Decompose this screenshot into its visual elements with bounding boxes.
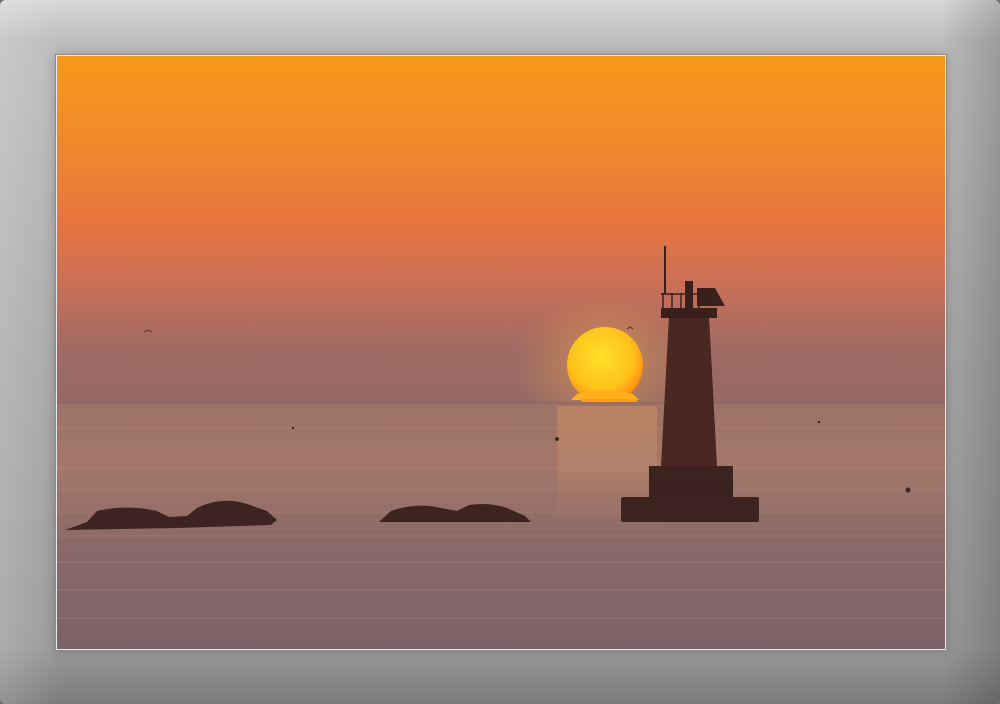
sky — [57, 56, 945, 406]
photo — [56, 55, 946, 650]
seascape-photo — [57, 56, 945, 649]
sun — [567, 327, 643, 403]
horizon-line — [57, 402, 945, 404]
